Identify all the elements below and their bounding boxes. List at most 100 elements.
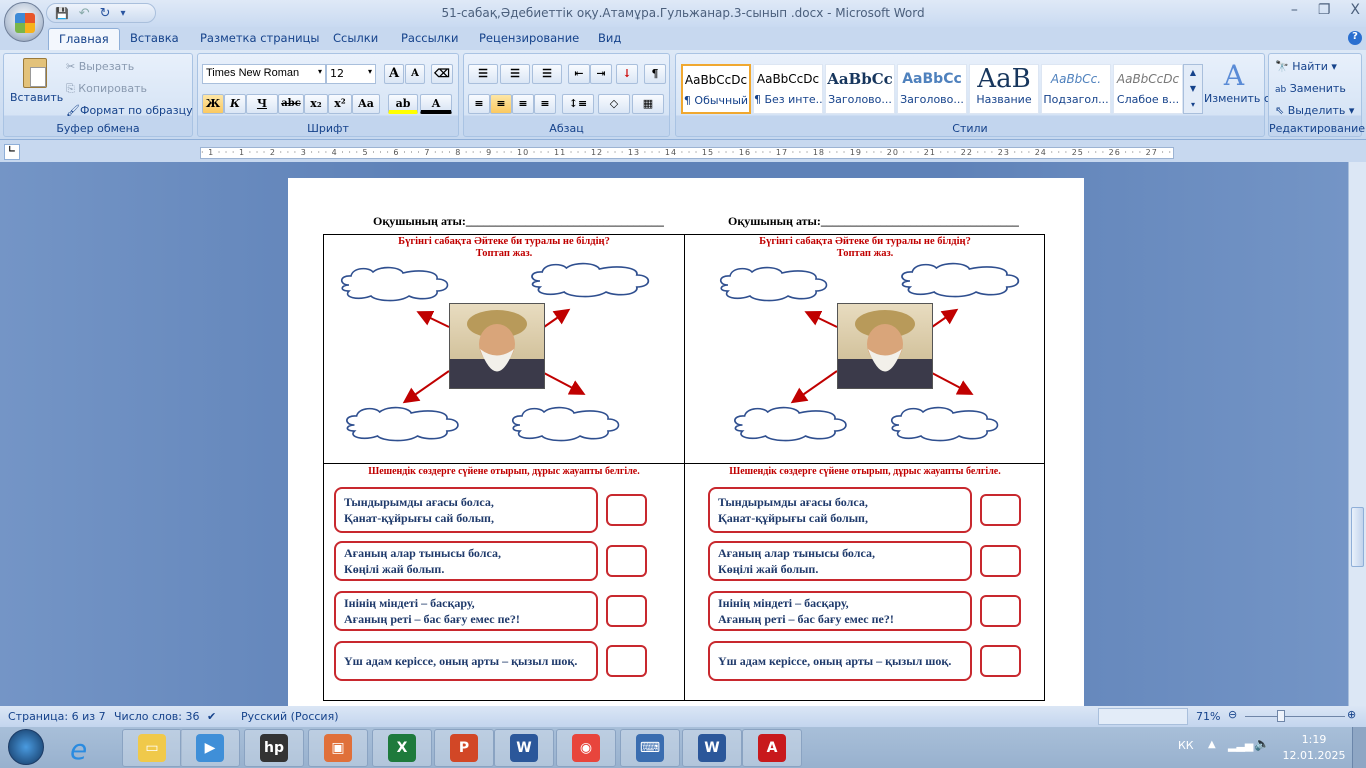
- answer-checkbox[interactable]: [980, 595, 1021, 627]
- tab-page-layout[interactable]: Разметка страницы: [200, 31, 319, 45]
- style-5[interactable]: AaBbCc. Подзагол...: [1041, 64, 1111, 114]
- align-center-icon[interactable]: ≡: [490, 94, 512, 114]
- answer-checkbox[interactable]: [606, 595, 647, 627]
- zoom-in-icon[interactable]: ⊕: [1347, 708, 1356, 721]
- tab-view[interactable]: Вид: [598, 31, 621, 45]
- view-buttons[interactable]: [1098, 708, 1188, 725]
- font-size-combo[interactable]: 12 ▾: [326, 64, 376, 84]
- network-icon[interactable]: ▂▃▅: [1228, 739, 1253, 752]
- undo-icon[interactable]: ↶: [79, 6, 90, 21]
- taskbar-app[interactable]: A: [742, 729, 802, 767]
- change-styles-button[interactable]: A Изменить стили: [1204, 60, 1298, 106]
- proofing-icon[interactable]: ✔: [207, 710, 216, 723]
- tab-insert[interactable]: Вставка: [130, 31, 179, 45]
- borders-icon[interactable]: ▦: [632, 94, 664, 114]
- vertical-scrollbar[interactable]: [1348, 162, 1366, 706]
- grow-font-button[interactable]: A: [384, 64, 404, 84]
- multilevel-list-icon[interactable]: ☰: [532, 64, 562, 84]
- taskbar-app[interactable]: ▭: [122, 729, 182, 767]
- highlight-icon[interactable]: ab: [388, 94, 418, 114]
- taskbar-app[interactable]: X: [372, 729, 432, 767]
- zoom-out-icon[interactable]: ⊖: [1228, 708, 1237, 721]
- change-case-button[interactable]: Aa: [352, 94, 380, 114]
- scrollbar-thumb[interactable]: [1351, 507, 1364, 567]
- style-1[interactable]: AaBbCcDc ¶ Без инте...: [753, 64, 823, 114]
- taskbar-app[interactable]: ▶: [180, 729, 240, 767]
- decrease-indent-icon[interactable]: ⇤: [568, 64, 590, 84]
- document-page[interactable]: Оқушының аты:___________________________…: [288, 178, 1084, 706]
- font-color-button[interactable]: A: [420, 94, 452, 114]
- office-button[interactable]: [4, 2, 44, 42]
- page-count[interactable]: Страница: 6 из 7: [8, 710, 106, 723]
- bold-button[interactable]: Ж: [202, 94, 224, 114]
- format-painter-button[interactable]: 🖌Формат по образцу: [66, 104, 193, 117]
- tab-mailings[interactable]: Рассылки: [401, 31, 458, 45]
- shrink-font-button[interactable]: A: [405, 64, 425, 84]
- input-language[interactable]: КК: [1178, 739, 1194, 752]
- internet-explorer-icon[interactable]: e: [70, 733, 87, 766]
- restore-button[interactable]: ❐: [1318, 2, 1331, 18]
- zoom-slider-thumb[interactable]: [1276, 710, 1285, 722]
- redo-icon[interactable]: ↻: [100, 6, 111, 21]
- tab-review[interactable]: Рецензирование: [479, 31, 579, 45]
- taskbar-app[interactable]: ⌨: [620, 729, 680, 767]
- taskbar-app[interactable]: ▣: [308, 729, 368, 767]
- paste-button[interactable]: Вставить: [10, 58, 63, 104]
- cut-button[interactable]: ✂ Вырезать: [66, 60, 134, 73]
- zoom-level[interactable]: 71%: [1196, 710, 1220, 723]
- underline-button[interactable]: Ч: [246, 94, 278, 114]
- show-hidden-icons[interactable]: ▲: [1208, 739, 1216, 750]
- answer-checkbox[interactable]: [606, 494, 647, 526]
- superscript-button[interactable]: x²: [328, 94, 352, 114]
- show-marks-button[interactable]: ¶: [644, 64, 666, 84]
- replace-button[interactable]: ab Заменить: [1275, 82, 1346, 95]
- clear-formatting-icon[interactable]: ⌫: [431, 64, 453, 84]
- increase-indent-icon[interactable]: ⇥: [590, 64, 612, 84]
- sort-icon[interactable]: ↓: [616, 64, 638, 84]
- help-icon[interactable]: ?: [1348, 31, 1362, 45]
- close-button[interactable]: X: [1350, 2, 1360, 18]
- save-icon[interactable]: 💾: [55, 7, 69, 20]
- align-right-icon[interactable]: ≡: [512, 94, 534, 114]
- zoom-slider[interactable]: [1245, 716, 1345, 717]
- answer-checkbox[interactable]: [980, 545, 1021, 577]
- horizontal-ruler[interactable]: · 1 · · · 1 · · · 2 · · · 3 · · · 4 · · …: [200, 147, 1174, 159]
- style-0[interactable]: AaBbCcDc ¶ Обычный: [681, 64, 751, 114]
- customize-qat-icon[interactable]: ▾: [121, 8, 126, 19]
- align-left-icon[interactable]: ≡: [468, 94, 490, 114]
- styles-scroll[interactable]: ▲ ▼ ▾: [1183, 64, 1203, 114]
- minimize-button[interactable]: –: [1291, 2, 1298, 18]
- start-button[interactable]: [8, 729, 44, 765]
- style-2[interactable]: AaBbCc Заголово...: [825, 64, 895, 114]
- taskbar-app[interactable]: W: [494, 729, 554, 767]
- font-name-combo[interactable]: Times New Roman ▾: [202, 64, 326, 84]
- answer-checkbox[interactable]: [980, 494, 1021, 526]
- strikethrough-button[interactable]: abc: [278, 94, 304, 114]
- tab-references[interactable]: Ссылки: [333, 31, 378, 45]
- numbering-icon[interactable]: ☰: [500, 64, 530, 84]
- copy-button[interactable]: ⎘ Копировать: [66, 82, 147, 96]
- style-3[interactable]: AaBbCc Заголово...: [897, 64, 967, 114]
- show-desktop-button[interactable]: [1352, 727, 1366, 768]
- style-6[interactable]: AaBbCcDc Слабое в...: [1113, 64, 1183, 114]
- select-button[interactable]: ⇖ Выделить ▾: [1275, 104, 1354, 117]
- answer-checkbox[interactable]: [606, 645, 647, 677]
- volume-icon[interactable]: 🔈: [1254, 737, 1270, 752]
- line-spacing-icon[interactable]: ↕≡: [562, 94, 594, 114]
- taskbar-app[interactable]: ◉: [556, 729, 616, 767]
- language-indicator[interactable]: Русский (Россия): [241, 710, 339, 723]
- taskbar-app[interactable]: hp: [244, 729, 304, 767]
- answer-checkbox[interactable]: [606, 545, 647, 577]
- subscript-button[interactable]: x₂: [304, 94, 328, 114]
- tab-home[interactable]: Главная: [48, 28, 120, 50]
- clock[interactable]: 1:19 12.01.2025: [1280, 732, 1348, 764]
- find-button[interactable]: 🔭 Найти ▾: [1275, 60, 1337, 73]
- style-4[interactable]: AaB Название: [969, 64, 1039, 114]
- bullets-icon[interactable]: ☰: [468, 64, 498, 84]
- taskbar-app[interactable]: P: [434, 729, 494, 767]
- italic-button[interactable]: К: [224, 94, 246, 114]
- taskbar-app[interactable]: W: [682, 729, 742, 767]
- word-count[interactable]: Число слов: 36: [114, 710, 200, 723]
- tab-selector-icon[interactable]: ∟: [4, 144, 20, 160]
- answer-checkbox[interactable]: [980, 645, 1021, 677]
